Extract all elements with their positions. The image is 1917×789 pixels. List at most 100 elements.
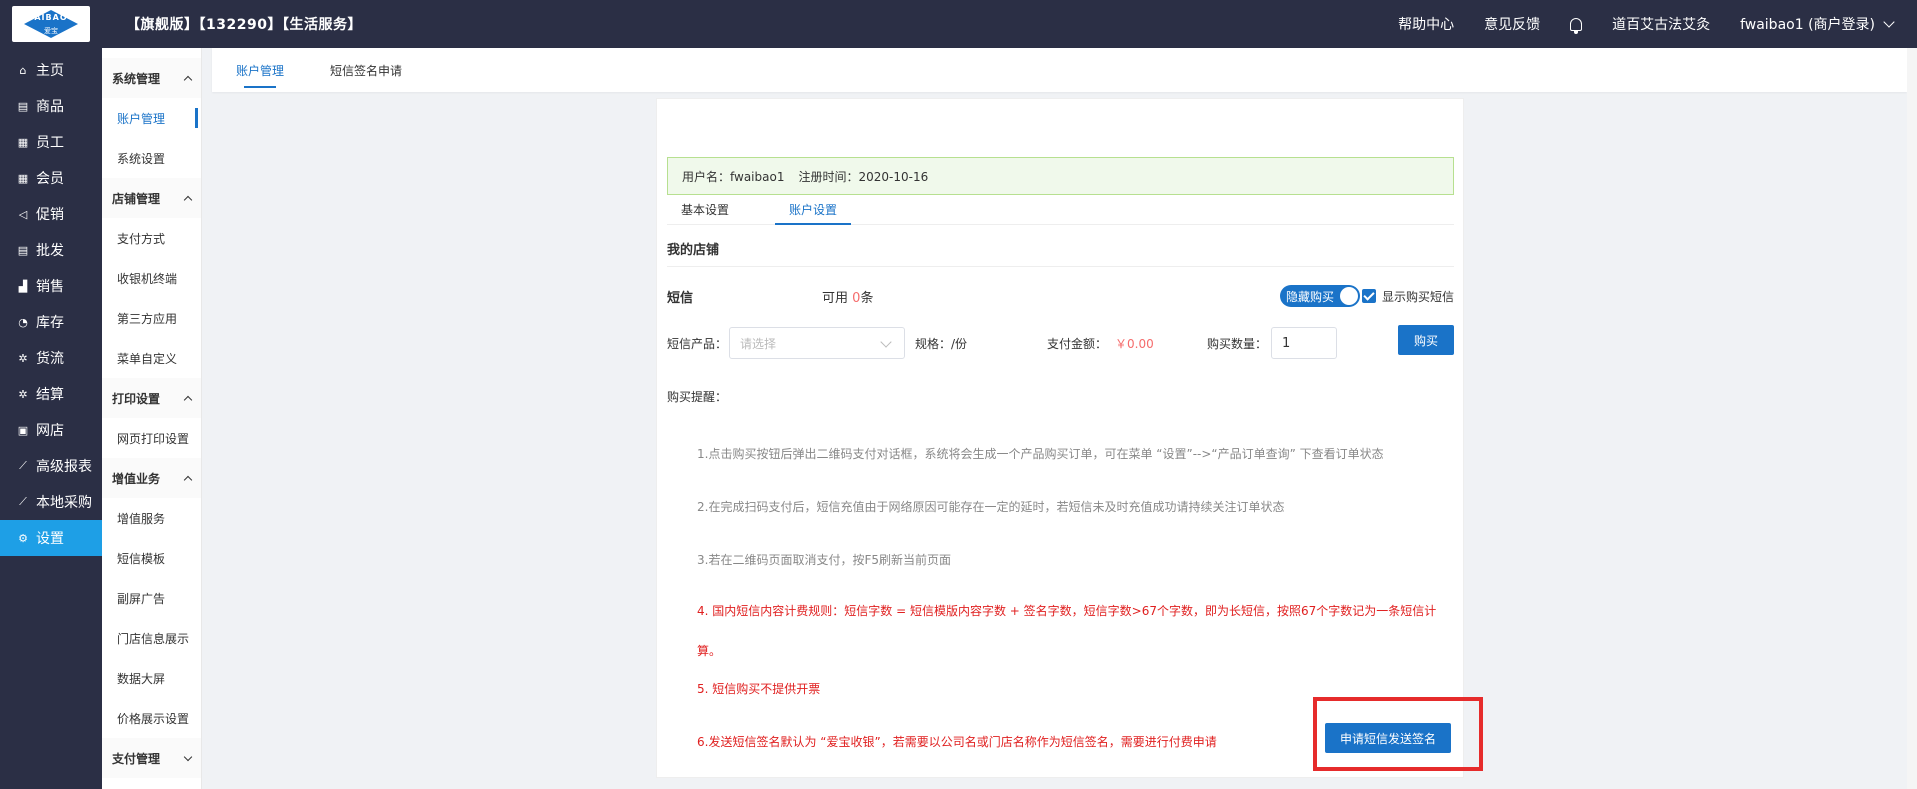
product-label: 短信产品： (667, 336, 728, 351)
apply-sms-signature-button[interactable]: 申请短信发送签名 (1325, 723, 1451, 753)
product-placeholder: 请选择 (740, 336, 777, 351)
submenu-item[interactable]: 增值服务 (102, 498, 201, 538)
tip-4-billing-rule: 4. 国内短信内容计费规则：短信字数 = 短信模版内容字数 + 签名字数，短信字… (697, 604, 1437, 658)
nav-item-label: 库存 (36, 315, 64, 331)
sms-balance-row: 短信 可用 0条 隐藏购买 显示购买短信 (667, 282, 1454, 310)
submenu-item[interactable]: 收银机终端 (102, 258, 201, 298)
user-menu[interactable]: fwaibao1 (商户登录) (1740, 14, 1895, 34)
show-buy-checkbox[interactable] (1361, 289, 1376, 303)
settle-icon: ✲ (18, 387, 28, 401)
logo-subtext: 爱宝 (44, 27, 58, 35)
nav-item-home[interactable]: ⌂ 主页 (0, 52, 102, 88)
store-name[interactable]: 道百艾古法艾灸 (1612, 14, 1710, 34)
buy-button[interactable]: 购买 (1398, 325, 1454, 355)
chevron-up-icon (183, 75, 193, 84)
hide-buy-label: 隐藏购买 (1285, 289, 1334, 304)
register-time: 注册时间：2020-10-16 (798, 169, 929, 184)
nav-item-goods[interactable]: ▤ 商品 (0, 88, 102, 124)
nav-item-label: 结算 (36, 387, 64, 403)
settings-icon: ⚙ (18, 531, 28, 545)
section-title: 我的店铺 (667, 243, 720, 258)
divider (667, 266, 1454, 267)
logo[interactable]: AIBAO 爱宝 (0, 0, 102, 48)
nav-item-stock[interactable]: ◔ 库存 (0, 304, 102, 340)
nav-item-label: 货流 (36, 351, 64, 367)
nav-item-purchase[interactable]: ⟋ 本地采购 (0, 484, 102, 520)
submenu-group-header[interactable]: 打印设置 (102, 378, 201, 418)
submenu-item[interactable]: 菜单自定义 (102, 338, 201, 378)
amount-label: 支付金额： (1047, 336, 1108, 351)
nav-item-staff[interactable]: ▦ 员工 (0, 124, 102, 160)
bell-icon[interactable] (1570, 17, 1583, 34)
submenu-item[interactable]: 网页打印设置 (102, 418, 201, 458)
tab-account-management[interactable]: 账户管理 (234, 48, 286, 92)
submenu-item[interactable]: 价格展示设置 (102, 698, 201, 738)
submenu-group-header[interactable]: 店铺管理 (102, 178, 201, 218)
chevron-down-icon (183, 752, 193, 761)
nav-item-sales[interactable]: ▟ 销售 (0, 268, 102, 304)
submenu-group-header[interactable]: 系统管理 (102, 58, 201, 98)
nav-item-label: 商品 (36, 99, 64, 115)
submenu-item[interactable]: 门店信息展示 (102, 618, 201, 658)
user-info-bar: 用户名：fwaibao1 注册时间：2020-10-16 (667, 157, 1454, 195)
chevron-up-icon (183, 475, 193, 484)
buy-visibility-controls: 隐藏购买 显示购买短信 (1279, 285, 1454, 307)
goods-icon: ▤ (17, 99, 29, 113)
product-select[interactable]: 请选择 (729, 327, 906, 359)
nav-item-logistics[interactable]: ✲ 货流 (0, 340, 102, 376)
nav-item-member[interactable]: ▦ 会员 (0, 160, 102, 196)
submenu-group-title: 系统管理 (112, 71, 161, 86)
feedback-link[interactable]: 意见反馈 (1484, 14, 1540, 34)
logistics-icon: ✲ (18, 351, 28, 365)
nav-item-settings[interactable]: ⚙ 设置 (0, 520, 102, 556)
main-nav: ⌂ 主页 ▤ 商品 ▦ 员工 ▦ 会员 ◁ 促销 ▤ 批发 ▟ 销售 ◔ 库存 ✲ 货流 ✲ 结算 ▣ 网店 ⟋ 高级报表 ⟋ 本… (0, 48, 102, 789)
shop-icon: ▣ (17, 423, 29, 437)
nav-item-settle[interactable]: ✲ 结算 (0, 376, 102, 412)
submenu-group-title: 增值业务 (112, 471, 161, 486)
hide-buy-toggle[interactable]: 隐藏购买 (1279, 285, 1360, 307)
home-icon: ⌂ (19, 63, 27, 77)
nav-item-label: 网店 (36, 423, 64, 439)
username: 用户名：fwaibao1 (682, 169, 785, 184)
show-buy-label: 显示购买短信 (1381, 289, 1454, 304)
nav-item-label: 会员 (36, 171, 64, 187)
submenu-item[interactable]: 账户管理 (102, 98, 201, 138)
page-tabs: 账户管理 短信签名申请 (212, 48, 1907, 92)
settings-submenu: 系统管理账户管理 系统设置 店铺管理 支付方式 收银机终端 第三方应用 菜单自定义 打印设置网… (102, 48, 202, 789)
chevron-down-icon (1883, 16, 1895, 28)
nav-item-label: 主页 (36, 63, 64, 79)
account-subtabs: 基本设置 账户设置 (667, 199, 1454, 225)
subtab-basic-settings[interactable]: 基本设置 (667, 199, 743, 224)
submenu-item[interactable]: 支付方式 (102, 218, 201, 258)
logo-mark: AIBAO 爱宝 (12, 6, 90, 42)
chevron-up-icon (183, 395, 193, 404)
quantity-input[interactable]: 1 (1271, 327, 1338, 359)
subtab-account-settings[interactable]: 账户设置 (775, 199, 852, 225)
purchase-row: 短信产品： 请选择 规格：/份 支付金额： ￥0.00 购买数量： 1 购买 (667, 325, 1454, 359)
submenu-group-header[interactable]: 增值业务 (102, 458, 201, 498)
report-icon: ⟋ (19, 459, 27, 472)
nav-item-report[interactable]: ⟋ 高级报表 (0, 448, 102, 484)
submenu-item[interactable]: 系统设置 (102, 138, 201, 178)
nav-item-shop[interactable]: ▣ 网店 (0, 412, 102, 448)
submenu-item[interactable]: 数据大屏 (102, 658, 201, 698)
sms-available: 可用 0条 (822, 287, 873, 306)
nav-item-promo[interactable]: ◁ 促销 (0, 196, 102, 232)
nav-item-label: 设置 (36, 531, 64, 547)
tab-sms-signature-apply[interactable]: 短信签名申请 (328, 48, 404, 92)
nav-item-wholesale[interactable]: ▤ 批发 (0, 232, 102, 268)
page-scrollbar[interactable] (1907, 48, 1917, 789)
quantity-label: 购买数量： (1207, 336, 1268, 351)
nav-item-label: 销售 (36, 279, 64, 295)
submenu-item[interactable]: 短信模板 (102, 538, 201, 578)
submenu-item[interactable]: 副屏广告 (102, 578, 201, 618)
help-center-link[interactable]: 帮助中心 (1398, 14, 1454, 34)
available-prefix: 可用 (822, 290, 849, 306)
submenu-item[interactable]: 第三方应用 (102, 298, 201, 338)
nav-item-label: 高级报表 (36, 459, 92, 475)
submenu-group-header[interactable]: 支付管理 (102, 738, 201, 778)
sms-label: 短信 (667, 290, 694, 306)
toggle-knob (1339, 287, 1358, 305)
shop-title: 【旗舰版】【132290】【生活服务】 (126, 17, 362, 33)
logo-text: AIBAO (34, 13, 68, 22)
